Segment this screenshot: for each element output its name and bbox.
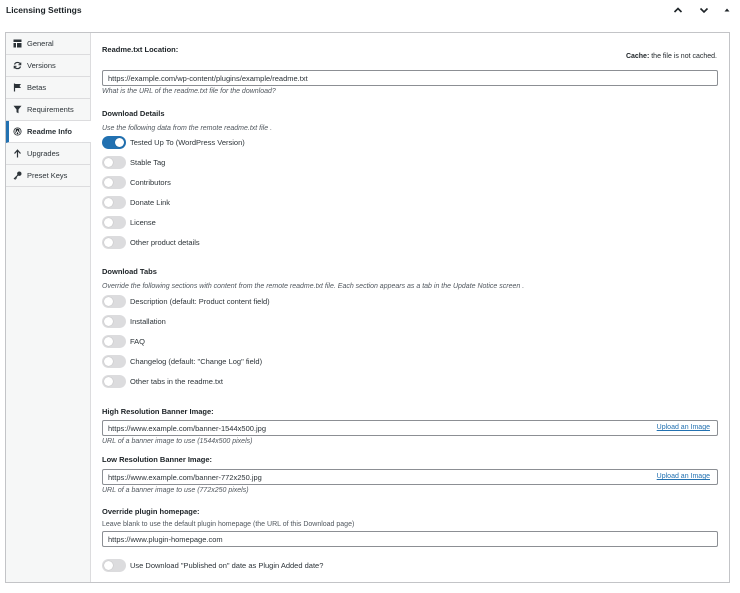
readme-info-content: Readme.txt Location: Cache: the file is …	[91, 33, 729, 582]
license-toggle[interactable]	[102, 215, 126, 229]
homepage-url-field[interactable]: https://www.plugin-homepage.com	[102, 531, 718, 547]
low-res-banner-label: Low Resolution Banner Image:	[102, 455, 213, 464]
toggle-row-other-product-details[interactable]: Other product details	[102, 235, 200, 249]
sidebar-item-label: Readme Info	[27, 127, 73, 136]
settings-sidebar: General Versions Betas Requirements Read…	[6, 33, 91, 582]
move-up-button[interactable]	[671, 3, 685, 17]
download-details-description: Use the following data from the remote r…	[102, 125, 273, 132]
toggle-row-published-on[interactable]: Use Download "Published on" date as Plug…	[102, 558, 323, 572]
toggle-label: Other tabs in the readme.txt	[130, 376, 223, 386]
page-title: Licensing Settings	[6, 5, 82, 15]
low-res-banner-field[interactable]: https://www.example.com/banner-772x250.j…	[102, 469, 718, 485]
low-res-banner-value: https://www.example.com/banner-772x250.j…	[108, 472, 262, 482]
sidebar-item-requirements[interactable]: Requirements	[6, 99, 90, 121]
high-res-banner-field[interactable]: https://www.example.com/banner-1544x500.…	[102, 420, 718, 436]
installation-toggle[interactable]	[102, 314, 126, 328]
download-tabs-heading: Download Tabs	[102, 267, 157, 276]
arrow-up-icon	[13, 149, 22, 158]
readme-url-value: https://example.com/wp-content/plugins/e…	[108, 73, 308, 83]
sidebar-item-versions[interactable]: Versions	[6, 55, 90, 77]
toggle-row-other-tabs[interactable]: Other tabs in the readme.txt	[102, 374, 223, 388]
toggle-row-changelog[interactable]: Changelog (default: "Change Log" field)	[102, 354, 262, 368]
toggle-label: Use Download "Published on" date as Plug…	[130, 560, 324, 570]
override-homepage-label: Override plugin homepage:	[102, 507, 200, 516]
upload-image-link[interactable]: Upload an Image	[657, 473, 710, 480]
sidebar-item-upgrades[interactable]: Upgrades	[6, 143, 90, 165]
description-toggle[interactable]	[102, 294, 126, 308]
table-icon	[13, 39, 22, 48]
toggle-label: FAQ	[130, 336, 146, 346]
toggle-row-license[interactable]: License	[102, 215, 156, 229]
other-product-details-toggle[interactable]	[102, 235, 126, 249]
tested-up-to-toggle[interactable]	[102, 135, 126, 149]
toggle-row-installation[interactable]: Installation	[102, 314, 166, 328]
toggle-label: Stable Tag	[130, 157, 166, 167]
homepage-url-value: https://www.plugin-homepage.com	[108, 534, 223, 544]
sidebar-item-preset-keys[interactable]: Preset Keys	[6, 165, 90, 187]
sidebar-item-label: Requirements	[27, 105, 74, 114]
settings-panel: General Versions Betas Requirements Read…	[5, 32, 730, 583]
move-down-button[interactable]	[697, 3, 711, 17]
faq-toggle[interactable]	[102, 334, 126, 348]
sidebar-item-readme-info[interactable]: Readme Info	[6, 121, 91, 143]
sidebar-item-label: Betas	[27, 83, 47, 92]
low-res-banner-description: URL of a banner image to use (772x250 pi…	[102, 487, 249, 494]
sidebar-item-betas[interactable]: Betas	[6, 77, 90, 99]
other-tabs-toggle[interactable]	[102, 374, 126, 388]
readme-location-label: Readme.txt Location:	[102, 45, 179, 54]
toggle-row-contributors[interactable]: Contributors	[102, 175, 171, 189]
chevron-down-icon	[699, 7, 709, 14]
high-res-banner-description: URL of a banner image to use (1544x500 p…	[102, 438, 253, 445]
sidebar-item-label: General	[27, 39, 54, 48]
wordpress-icon	[13, 127, 22, 136]
toggle-label: Tested Up To (WordPress Version)	[130, 137, 245, 147]
toggle-label: Other product details	[130, 237, 200, 247]
readme-url-field[interactable]: https://example.com/wp-content/plugins/e…	[102, 70, 718, 86]
filter-icon	[13, 105, 22, 114]
toggle-label: Installation	[130, 316, 166, 326]
toggle-row-description[interactable]: Description (default: Product content fi…	[102, 294, 270, 308]
triangle-up-icon	[724, 8, 730, 12]
cache-text: the file is not cached.	[651, 53, 717, 60]
toggle-label: Donate Link	[130, 197, 171, 207]
sidebar-item-general[interactable]: General	[6, 33, 90, 55]
toggle-label: Changelog (default: "Change Log" field)	[130, 356, 263, 366]
cache-status: Cache: the file is not cached.	[626, 53, 717, 60]
toggle-label: Description (default: Product content fi…	[130, 296, 270, 306]
sync-icon	[13, 61, 22, 70]
changelog-toggle[interactable]	[102, 354, 126, 368]
cache-label: Cache:	[625, 53, 650, 60]
chevron-up-icon	[673, 7, 683, 13]
key-icon	[13, 171, 22, 180]
flag-icon	[13, 83, 22, 92]
readme-url-description: What is the URL of the readme.txt file f…	[102, 88, 276, 95]
override-homepage-description: Leave blank to use the default plugin ho…	[102, 521, 355, 528]
toggle-label: License	[130, 217, 156, 227]
download-details-heading: Download Details	[102, 109, 165, 118]
toggle-row-stable-tag[interactable]: Stable Tag	[102, 155, 165, 169]
sidebar-item-label: Upgrades	[27, 149, 60, 158]
published-on-toggle[interactable]	[102, 558, 126, 572]
high-res-banner-value: https://www.example.com/banner-1544x500.…	[108, 423, 267, 433]
collapse-button[interactable]	[720, 3, 734, 17]
contributors-toggle[interactable]	[102, 175, 126, 189]
toggle-row-donate-link[interactable]: Donate Link	[102, 195, 170, 209]
toggle-row-faq[interactable]: FAQ	[102, 334, 145, 348]
toggle-row-tested-up-to[interactable]: Tested Up To (WordPress Version)	[102, 135, 245, 149]
upload-image-link[interactable]: Upload an Image	[657, 424, 710, 431]
download-tabs-description: Override the following sections with con…	[102, 283, 525, 290]
toggle-label: Contributors	[130, 177, 171, 187]
sidebar-item-label: Preset Keys	[27, 171, 68, 180]
sidebar-item-label: Versions	[27, 61, 56, 70]
high-res-banner-label: High Resolution Banner Image:	[102, 407, 214, 416]
donate-link-toggle[interactable]	[102, 195, 126, 209]
stable-tag-toggle[interactable]	[102, 155, 126, 169]
